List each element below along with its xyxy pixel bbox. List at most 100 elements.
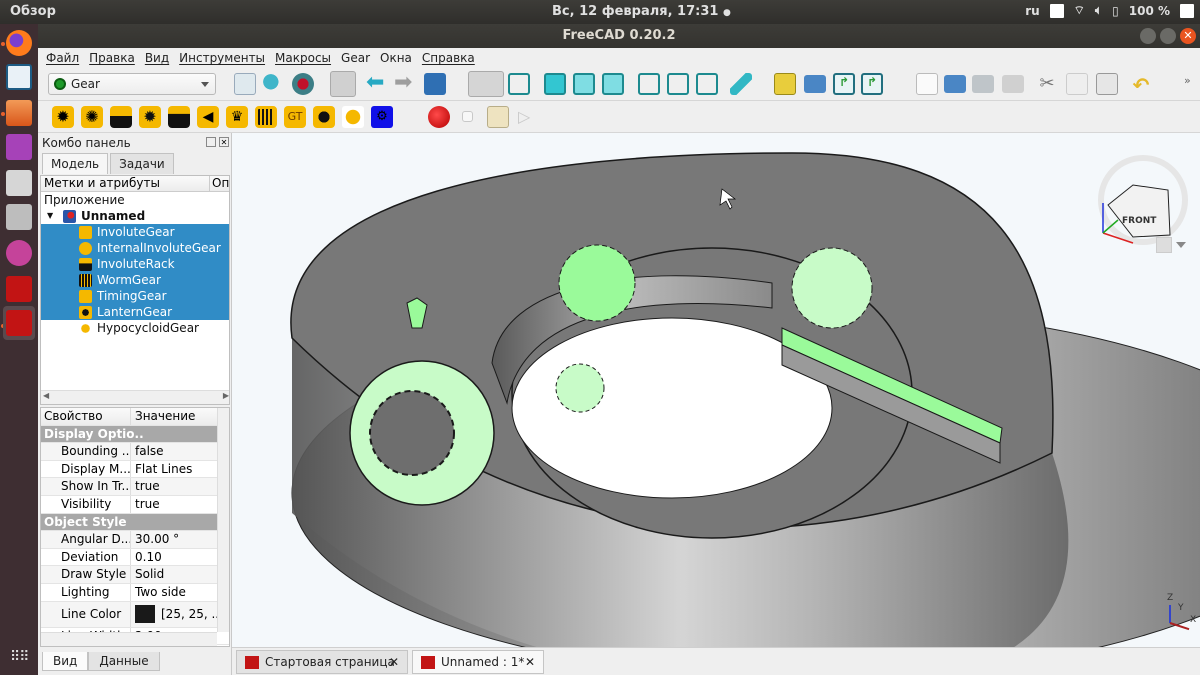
right-view-icon[interactable] — [602, 73, 624, 95]
involute-gear[interactable] — [558, 244, 636, 322]
close-panel-icon[interactable]: ✕ — [219, 137, 229, 147]
property-row[interactable]: Lighting Two side — [41, 583, 229, 602]
back-icon[interactable]: ⬅ — [366, 72, 388, 95]
property-value[interactable]: Solid — [131, 566, 164, 583]
property-row[interactable]: Angular D... 30.00 ° — [41, 531, 229, 549]
tab-view[interactable]: Вид — [42, 652, 89, 671]
tab-start-page[interactable]: Стартовая страница ✕ — [236, 650, 408, 674]
navigation-cube[interactable]: FRONT — [1088, 145, 1198, 255]
libreoffice-impress-icon[interactable] — [6, 64, 32, 90]
language-indicator[interactable]: ru — [1025, 4, 1039, 18]
edit-macro-icon[interactable] — [487, 106, 509, 128]
timing-gear[interactable] — [555, 363, 605, 413]
tree-item-involute-rack[interactable]: InvoluteRack — [41, 256, 229, 272]
close-tab-icon[interactable]: ✕ — [525, 651, 535, 673]
nav-cube-body[interactable] — [1107, 184, 1171, 238]
nav-cube-menu-icon[interactable] — [1156, 237, 1172, 253]
left-view-icon[interactable] — [696, 73, 718, 95]
group-icon[interactable] — [804, 75, 826, 93]
property-value[interactable]: true — [131, 496, 160, 513]
property-row[interactable]: Draw Style Solid — [41, 566, 229, 584]
camera-icon[interactable] — [6, 170, 32, 196]
property-value[interactable]: [25, 25, ... — [131, 602, 223, 627]
clock[interactable]: Вс, 12 февраля, 17:31 ● — [552, 4, 731, 19]
tree-item-internal-involute-gear[interactable]: InternalInvoluteGear — [41, 240, 229, 256]
menu-file[interactable]: Файл — [46, 51, 79, 65]
property-value[interactable]: false — [131, 443, 164, 460]
tree-header-labels[interactable]: Метки и атрибуты — [44, 176, 160, 191]
property-horizontal-scrollbar[interactable] — [41, 632, 217, 646]
stop-macro-icon[interactable] — [462, 111, 473, 122]
record-macro-icon[interactable] — [428, 106, 450, 128]
zoom-icon[interactable] — [468, 71, 504, 97]
property-value[interactable]: true — [131, 478, 160, 495]
worm-gear-icon[interactable] — [255, 106, 277, 128]
freecad-launcher-icon[interactable] — [6, 276, 32, 302]
tree-item-hypocycloid-gear[interactable]: HypocycloidGear — [41, 320, 229, 336]
close-button[interactable]: ✕ — [1180, 28, 1196, 44]
nav-cube-dropdown-icon[interactable] — [1176, 242, 1186, 248]
menu-tools[interactable]: Инструменты — [179, 51, 265, 65]
battery-icon[interactable]: ▯ — [1112, 4, 1119, 18]
nav-cube-front-face[interactable]: FRONT — [1122, 216, 1157, 226]
property-value[interactable]: 30.00 ° — [131, 531, 179, 548]
bounding-box-icon[interactable] — [330, 71, 356, 97]
run-macro-icon[interactable]: ▷ — [518, 106, 540, 128]
value-column-header[interactable]: Значение — [131, 408, 195, 425]
tab-data[interactable]: Данные — [88, 652, 160, 671]
menu-windows[interactable]: Окна — [380, 51, 412, 65]
menu-edit[interactable]: Правка — [89, 51, 135, 65]
property-value[interactable]: Two side — [131, 584, 186, 601]
cheese-app-icon[interactable] — [6, 240, 32, 266]
timing-gear-icon[interactable]: GT — [284, 106, 306, 128]
top-view-icon[interactable] — [573, 73, 595, 95]
property-row[interactable]: Deviation 0.10 — [41, 548, 229, 567]
property-row[interactable]: Display M... Flat Lines — [41, 460, 229, 479]
measure-icon[interactable] — [730, 73, 752, 95]
property-value[interactable]: Flat Lines — [131, 461, 192, 478]
tab-unnamed[interactable]: Unnamed : 1* ✕ — [412, 650, 544, 674]
volume-icon[interactable]: 🔈︎ — [1095, 3, 1102, 18]
isometric-view-icon[interactable] — [508, 73, 530, 95]
video-player-icon[interactable] — [6, 134, 32, 160]
gear-model-render[interactable] — [232, 133, 1200, 647]
hypocycloid-gear-icon[interactable] — [342, 106, 364, 128]
property-column-header[interactable]: Свойство — [41, 408, 131, 425]
std-view-menu-icon[interactable] — [424, 73, 446, 95]
close-tab-icon[interactable]: ✕ — [389, 651, 399, 673]
save-icon[interactable] — [972, 75, 994, 93]
files-icon[interactable] — [6, 100, 32, 126]
part-icon[interactable] — [774, 73, 796, 95]
3d-viewport[interactable]: FRONT Z Y X — [232, 133, 1200, 647]
menu-macro[interactable]: Макросы — [275, 51, 331, 65]
bottom-view-icon[interactable] — [667, 73, 689, 95]
tree-header-description[interactable]: Опи — [209, 176, 229, 191]
maximize-button[interactable] — [1160, 28, 1176, 44]
internal-involute-gear-icon[interactable]: ✺ — [81, 106, 103, 128]
menu-help[interactable]: Справка — [422, 51, 475, 65]
bevel-gear-icon[interactable]: ◀ — [197, 106, 219, 128]
color-swatch[interactable] — [135, 605, 155, 624]
menu-view[interactable]: Вид — [145, 51, 169, 65]
property-row[interactable]: Bounding ... false — [41, 443, 229, 461]
tree-item-worm-gear[interactable]: WormGear — [41, 272, 229, 288]
calculator-icon[interactable] — [6, 204, 32, 230]
show-applications-icon[interactable]: ⠿⠿ — [10, 649, 29, 665]
fit-all-icon[interactable] — [234, 73, 256, 95]
tree-item-timing-gear[interactable]: TimingGear — [41, 288, 229, 304]
power-menu-icon[interactable] — [1180, 3, 1194, 18]
freecad-running-icon[interactable] — [6, 310, 32, 336]
cycloid-gear-icon[interactable]: ✹ — [139, 106, 161, 128]
involute-rack-icon[interactable] — [110, 106, 132, 128]
property-value[interactable]: 0.10 — [131, 549, 162, 566]
property-group-display[interactable]: Display Optio.. — [41, 425, 229, 444]
property-row[interactable]: Line Color [25, 25, ... — [41, 601, 229, 628]
undo-icon[interactable]: ↶ — [1130, 73, 1152, 97]
lantern-gear[interactable] — [791, 247, 873, 329]
tab-tasks[interactable]: Задачи — [110, 153, 174, 174]
tab-model[interactable]: Модель — [42, 153, 109, 174]
tree-item-involute-gear[interactable]: InvoluteGear — [41, 224, 229, 240]
property-vertical-scrollbar[interactable] — [217, 408, 229, 632]
wifi-icon[interactable]: ⌔ — [1074, 3, 1085, 18]
crown-gear-icon[interactable]: ♛ — [226, 106, 248, 128]
